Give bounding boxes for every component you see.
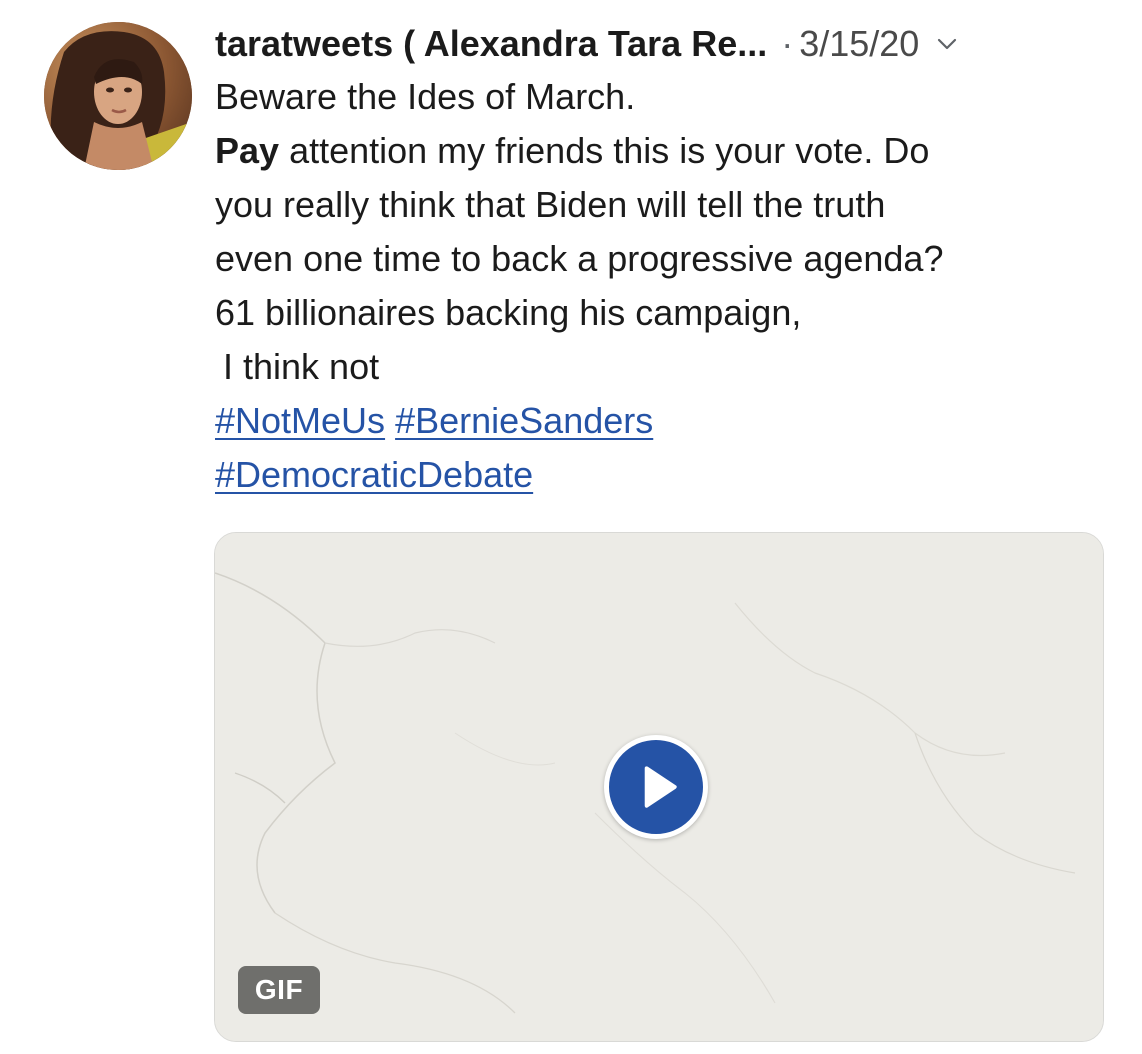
- tweet-date[interactable]: 3/15/20: [799, 20, 919, 68]
- play-button[interactable]: [604, 735, 708, 839]
- tweet-text-line: you really think that Biden will tell th…: [215, 184, 886, 225]
- hashtag-row: #DemocraticDebate: [215, 448, 1105, 502]
- tweet-text-line: Pay attention my friends this is your vo…: [215, 124, 1105, 178]
- play-icon: [644, 766, 677, 808]
- author-name[interactable]: taratweets ( Alexandra Tara Re...: [215, 20, 767, 68]
- hashtag-link[interactable]: #DemocraticDebate: [215, 454, 533, 495]
- profile-photo: [44, 22, 192, 170]
- bold-word: Pay: [215, 130, 280, 171]
- hashtag-link[interactable]: #BernieSanders: [395, 400, 653, 441]
- tweet-content: taratweets ( Alexandra Tara Re... · 3/15…: [215, 20, 1105, 502]
- tweet-text-fragment: attention my friends this is your vote. …: [279, 130, 930, 171]
- author-avatar[interactable]: [44, 22, 192, 170]
- tweet-text: Beware the Ides of March. Pay attention …: [215, 70, 1105, 394]
- chevron-down-icon[interactable]: [935, 32, 959, 56]
- tweet-text-line: Beware the Ides of March.: [215, 76, 636, 117]
- gif-badge: GIF: [238, 966, 320, 1014]
- tweet-text-line: even one time to back a progressive agen…: [215, 238, 944, 279]
- header-separator: ·: [781, 23, 794, 64]
- tweet-text-line: 61 billionaires backing his campaign,: [215, 292, 802, 333]
- hashtag-row: #NotMeUs #BernieSanders: [215, 394, 1105, 448]
- hashtag-list: #NotMeUs #BernieSanders #DemocraticDebat…: [215, 394, 1105, 502]
- tweet-header: taratweets ( Alexandra Tara Re... · 3/15…: [215, 20, 1105, 68]
- hashtag-link[interactable]: #NotMeUs: [215, 400, 385, 441]
- tweet-text-line: I think not: [223, 346, 380, 387]
